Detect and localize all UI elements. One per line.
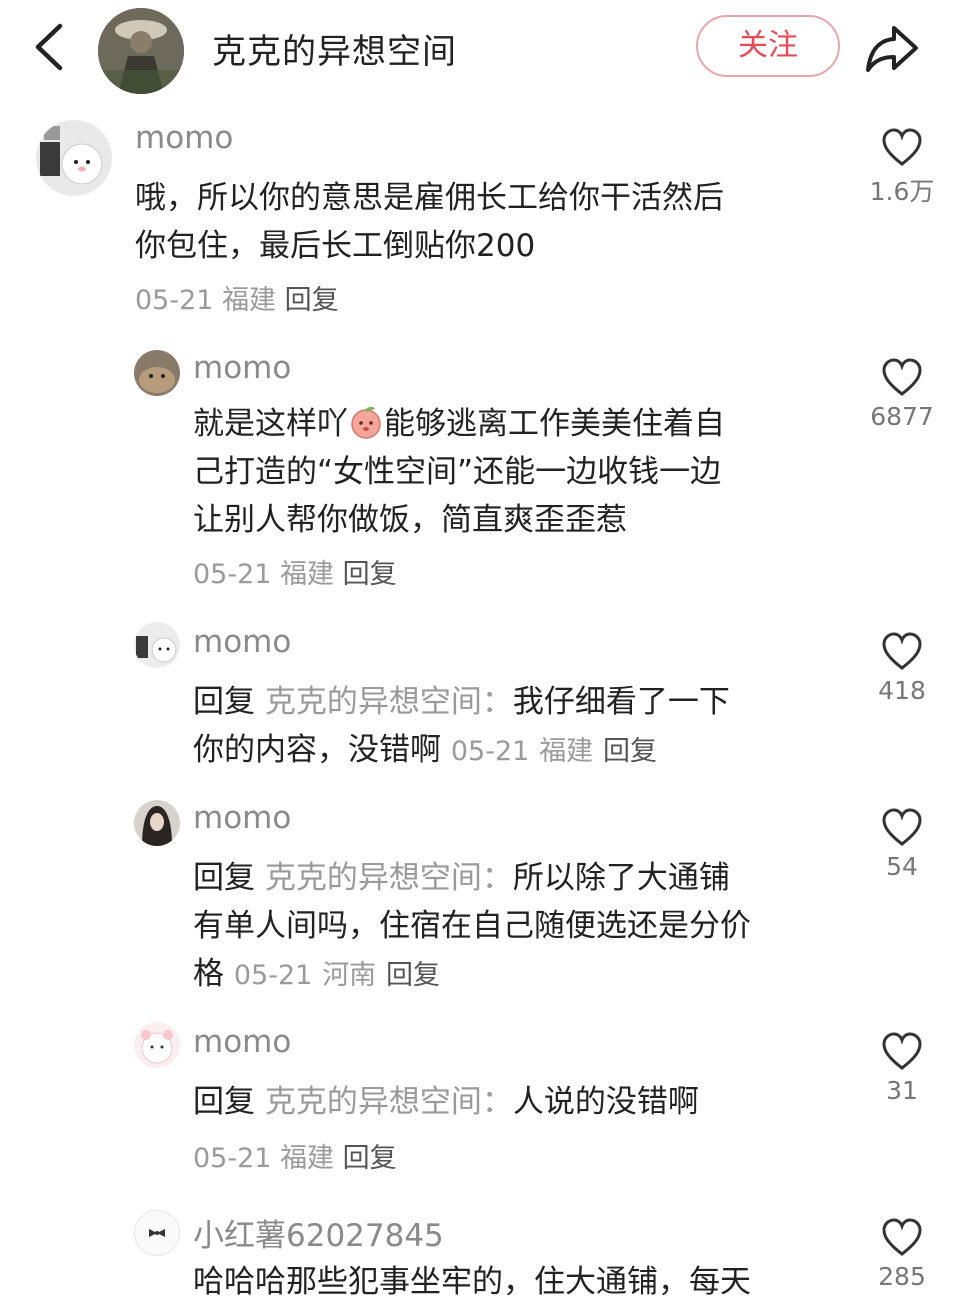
comment-text-line: 格 05-21 河南 回复 [193,950,440,1000]
author-name[interactable]: 克克的异想空间 [212,24,457,73]
reply-button[interactable]: 回复 [343,1143,397,1174]
heart-icon [882,1218,922,1256]
reply-prefix: 回复 [193,684,255,720]
comment-date: 05-21 [193,1143,272,1174]
comment-text-line: 哈哈哈那些犯事坐牢的，住大通铺，每天 [193,1264,751,1300]
reply-target[interactable]: 克克的异想空间： [265,1084,513,1120]
commenter-avatar[interactable] [134,1022,180,1068]
top-bar: 克克的异想空间 关注 [0,0,960,100]
like-button[interactable]: 6877 [866,358,938,431]
like-button[interactable]: 54 [866,808,938,881]
comment-text-line: 哦，所以你的意思是雇佣长工给你干活然后 [135,180,724,216]
peach-emoji-icon [348,404,384,440]
like-button[interactable]: 31 [866,1032,938,1105]
commenter-avatar[interactable] [134,1210,180,1256]
commenter-avatar[interactable] [134,622,180,668]
comment-date: 05-21 [450,736,530,767]
back-arrow-icon[interactable] [30,22,70,72]
comment-date: 05-21 [135,285,214,316]
comment-location: 福建 [539,736,594,767]
comment-text-line: 己打造的“女性空间”还能一边收钱一边 [193,454,722,490]
comment-text-line: 你的内容，没错啊 05-21 福建 回复 [193,726,657,776]
comment-text-line: 有单人间吗，住宿在自己随便选还是分价 [193,908,751,944]
follow-button[interactable]: 关注 [696,15,840,77]
commenter-name[interactable]: momo [193,624,291,660]
commenter-avatar[interactable] [134,800,180,846]
reply-target[interactable]: 克克的异想空间： [265,684,513,720]
commenter-name[interactable]: 小红薯62027845 [193,1210,444,1255]
comment-text-line: 回复 克克的异想空间：所以除了大通铺 [193,854,730,902]
commenter-avatar[interactable] [36,120,112,196]
comment-meta: 05-21 福建 回复 [193,552,397,591]
comment-location: 河南 [322,960,377,991]
comment-meta: 05-21 福建 回复 [193,1136,397,1175]
reply-prefix: 回复 [193,1084,255,1120]
comment-text-line: 回复 克克的异想空间：人说的没错啊 [193,1078,699,1126]
comment-location: 福建 [222,285,277,316]
heart-icon [882,128,922,166]
commenter-name[interactable]: momo [135,120,233,156]
reply-button[interactable]: 回复 [285,285,339,316]
comment-text-line: 让别人帮你做饭，简直爽歪歪惹 [193,502,627,538]
like-button[interactable]: 1.6万 [866,128,938,208]
author-avatar[interactable] [98,8,184,94]
comment-text: 所以除了大通铺 [512,860,730,896]
comment-text: 我仔细看了一下 [512,684,730,720]
reply-target[interactable]: 克克的异想空间： [265,860,513,896]
comment-date: 05-21 [233,960,313,991]
heart-icon [882,808,922,846]
commenter-name[interactable]: momo [193,800,291,836]
comment-text-line: 就是这样吖 能够逃离工作美美住着自 [193,400,725,448]
comment-text: 能够逃离工作美美住着自 [384,406,725,442]
like-count: 54 [886,852,918,881]
reply-button[interactable]: 回复 [343,559,397,590]
comment-text: 就是这样吖 [193,406,348,442]
comment-location: 福建 [280,559,335,590]
comment-text: 格 [193,956,224,992]
like-button[interactable]: 285 [866,1218,938,1291]
like-count: 1.6万 [869,177,935,206]
heart-icon [882,1032,922,1070]
reply-button[interactable]: 回复 [603,736,657,767]
share-icon[interactable] [864,22,920,74]
commenter-avatar[interactable] [134,350,180,396]
comment-text-line: 回复 克克的异想空间：我仔细看了一下 [193,678,730,726]
comment-date: 05-21 [193,559,272,590]
reply-button[interactable]: 回复 [386,960,440,991]
comment-location: 福建 [280,1143,335,1174]
like-count: 31 [886,1076,918,1105]
like-count: 285 [878,1262,926,1291]
heart-icon [882,632,922,670]
like-count: 418 [878,676,926,705]
reply-prefix: 回复 [193,860,255,896]
comment-text: 人说的没错啊 [512,1084,699,1120]
comment-text-line: 你包住，最后长工倒贴你200 [135,228,536,264]
like-count: 6877 [870,402,934,431]
like-button[interactable]: 418 [866,632,938,705]
commenter-name[interactable]: momo [193,1024,291,1060]
commenter-name[interactable]: momo [193,350,291,386]
comment-text: 你的内容，没错啊 [193,732,441,768]
heart-icon [882,358,922,396]
comment-meta: 05-21 福建 回复 [135,278,339,317]
